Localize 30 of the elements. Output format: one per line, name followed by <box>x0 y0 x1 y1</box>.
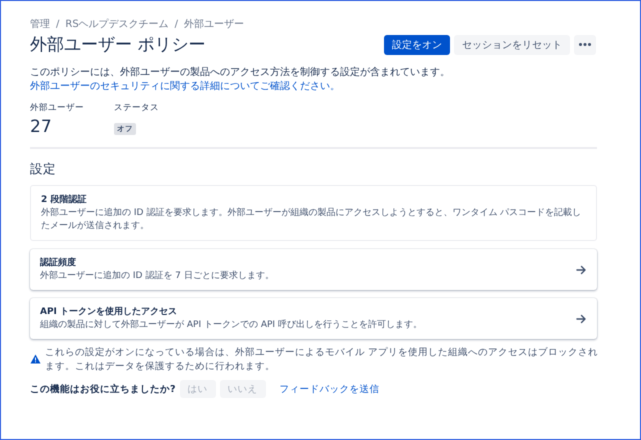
page-title: 外部ユーザー ポリシー <box>30 34 206 56</box>
setting-card[interactable]: API トークンを使用したアクセス 組織の製品に対して外部ユーザーが API トークンでの API 呼び出しを行うことを許可します。 <box>30 298 597 339</box>
setting-title: 認証頻度 <box>40 256 77 269</box>
stat-label: ステータス <box>114 102 159 114</box>
breadcrumb-separator: / <box>174 18 178 30</box>
reset-sessions-button[interactable]: セッションをリセット <box>454 34 570 54</box>
setting-description: 外部ユーザーに追加の ID 認証を要求します。外部ユーザーが組織の製品にアクセスしようとすると、ワンタイム パスコードを記載したメールが送信されます。 <box>41 207 582 233</box>
section-heading: 設定 <box>30 161 57 178</box>
more-icon <box>579 43 591 46</box>
stat-value: 27 <box>30 117 53 137</box>
policy-description: このポリシーには、外部ユーザーの製品へのアクセス方法を制御する設定が含まれています。 外部ユーザーのセキュリティに関する詳細についてご確認ください。 <box>30 66 451 94</box>
turn-on-button[interactable]: 設定をオン <box>384 34 450 54</box>
warning-text: これらの設定がオンになっている場合は、外部ユーザーによるモバイル アプリを使用した組織へのアクセスはブロックされます。これはデータを保護するために行われます。 <box>45 346 600 374</box>
send-feedback-link[interactable]: フィードバックを送信 <box>280 382 380 396</box>
setting-description: 組織の製品に対して外部ユーザーが API トークンでの API 呼び出しを行うことを許可します。 <box>40 319 423 332</box>
breadcrumb-link[interactable]: 外部ユーザー <box>184 17 244 31</box>
setting-title: API トークンを使用したアクセス <box>40 306 178 318</box>
feedback-question: この機能はお役に立ちましたか? <box>30 382 176 396</box>
more-button[interactable] <box>574 34 596 54</box>
setting-description: 外部ユーザーに追加の ID 認証を 7 日ごとに要求します。 <box>40 270 275 283</box>
warning-icon <box>30 354 41 364</box>
arrow-right-icon <box>576 314 587 324</box>
security-details-link[interactable]: 外部ユーザーのセキュリティに関する詳細についてご確認ください。 <box>30 81 340 92</box>
breadcrumb-link[interactable]: RSヘルプデスクチーム <box>65 17 169 31</box>
setting-card[interactable]: 認証頻度 外部ユーザーに追加の ID 認証を 7 日ごとに要求します。 <box>30 249 597 290</box>
stat-label: 外部ユーザー <box>30 102 84 114</box>
arrow-right-icon <box>576 264 587 274</box>
setting-title: 2 段階認証 <box>41 193 88 206</box>
breadcrumb-separator: / <box>56 18 60 30</box>
breadcrumb-link[interactable]: 管理 <box>30 17 50 31</box>
